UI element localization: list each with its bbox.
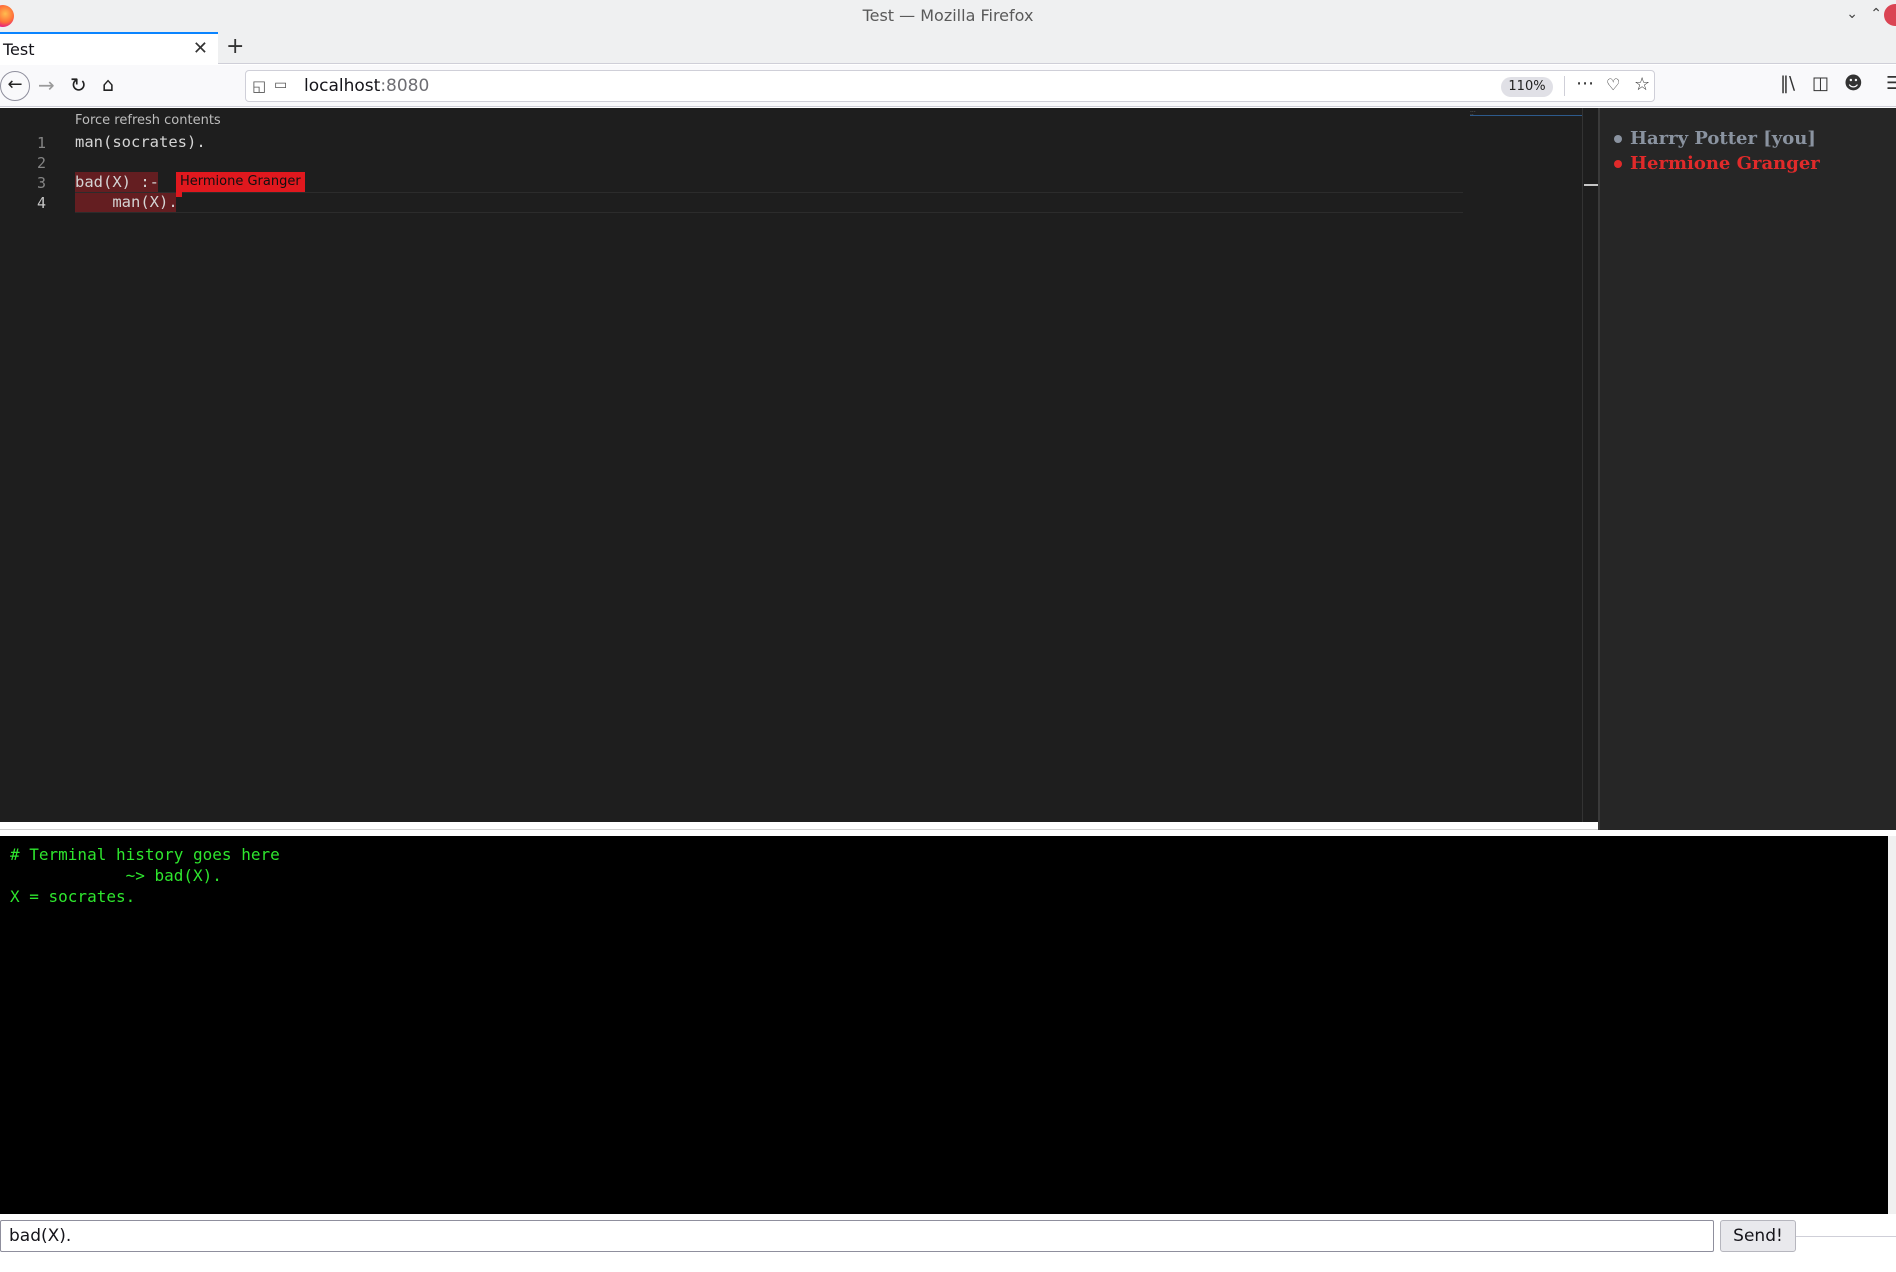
minimap[interactable]: ····· bbox=[1470, 110, 1476, 119]
page-content: Force refresh contents 1 2 3 4 man(socra… bbox=[0, 108, 1896, 1272]
code-line[interactable]: man(socrates). bbox=[75, 132, 206, 152]
panel-splitter[interactable] bbox=[0, 822, 1598, 830]
library-icon[interactable]: ‖\ bbox=[1780, 73, 1795, 94]
line-number: 4 bbox=[36, 194, 46, 212]
line-number: 3 bbox=[36, 174, 46, 192]
editor-scrollbar[interactable] bbox=[1582, 108, 1598, 822]
command-input[interactable] bbox=[0, 1220, 1714, 1252]
users-panel: Harry Potter [you] Hermione Granger bbox=[1598, 108, 1896, 830]
current-line-highlight bbox=[75, 192, 1463, 213]
line-number: 1 bbox=[36, 134, 46, 152]
force-refresh-link[interactable]: Force refresh contents bbox=[75, 113, 221, 128]
window-title: Test — Mozilla Firefox bbox=[862, 6, 1034, 25]
browser-window: Test — Mozilla Firefox ⌄ ⌃ Test ✕ + ← → … bbox=[0, 0, 1896, 1272]
user-name: Hermione Granger bbox=[1630, 153, 1820, 174]
back-arrow-icon[interactable]: ← bbox=[0, 71, 30, 101]
page-info-icon[interactable]: ▭ bbox=[274, 77, 287, 93]
tab-bar: Test ✕ bbox=[0, 30, 1896, 64]
url-separator bbox=[1564, 76, 1565, 96]
command-input-row: Send! bbox=[0, 1220, 1896, 1260]
minimize-icon[interactable]: ⌄ bbox=[1846, 6, 1858, 22]
remote-cursor-label: Hermione Granger bbox=[176, 172, 305, 192]
input-rule bbox=[1796, 1236, 1896, 1237]
terminal-line: X = socrates. bbox=[10, 887, 136, 906]
title-bar: Test — Mozilla Firefox ⌄ ⌃ bbox=[0, 0, 1896, 30]
hamburger-menu-icon[interactable]: ☰ bbox=[1886, 73, 1896, 94]
new-tab-button[interactable]: + bbox=[226, 34, 244, 59]
reload-icon[interactable]: ↻ bbox=[70, 73, 87, 97]
user-item-harry: Harry Potter [you] bbox=[1614, 128, 1816, 149]
zoom-level-badge[interactable]: 110% bbox=[1501, 77, 1553, 97]
code-line[interactable]: man(X). bbox=[75, 192, 177, 212]
scrollbar-cursor-marker bbox=[1584, 184, 1598, 186]
line-number: 2 bbox=[36, 154, 46, 172]
user-bullet bbox=[1614, 135, 1622, 143]
bookmark-star-icon[interactable]: ☆ bbox=[1634, 74, 1650, 95]
code-editor[interactable]: Force refresh contents 1 2 3 4 man(socra… bbox=[0, 108, 1598, 822]
url-host: localhost bbox=[304, 76, 381, 96]
pocket-icon[interactable]: ♡ bbox=[1606, 75, 1620, 94]
user-item-hermione: Hermione Granger bbox=[1614, 153, 1820, 174]
user-name: Harry Potter [you] bbox=[1630, 128, 1816, 149]
terminal-scrollbar[interactable] bbox=[1888, 836, 1896, 1214]
url-bar[interactable]: ◱ ▭ localhost:8080 110% ⋯ ♡ ☆ bbox=[245, 70, 1655, 102]
home-icon[interactable]: ⌂ bbox=[102, 73, 114, 97]
terminal-output: # Terminal history goes here ~> bad(X). … bbox=[0, 836, 1888, 1214]
minimap-viewport[interactable] bbox=[1470, 115, 1582, 116]
forward-arrow-icon[interactable]: → bbox=[38, 73, 55, 97]
sidebar-icon[interactable]: ◫ bbox=[1812, 73, 1829, 94]
tab-test[interactable]: Test ✕ bbox=[0, 32, 218, 64]
maximize-icon[interactable]: ⌃ bbox=[1870, 6, 1882, 22]
more-actions-icon[interactable]: ⋯ bbox=[1576, 73, 1594, 94]
code-line[interactable]: bad(X) :- bbox=[75, 172, 159, 192]
url-text[interactable]: localhost:8080 bbox=[304, 76, 429, 96]
tab-close-icon[interactable]: ✕ bbox=[193, 38, 208, 59]
terminal-line: # Terminal history goes here bbox=[10, 845, 280, 864]
remote-cursor-caret bbox=[176, 192, 182, 197]
tab-label: Test bbox=[3, 40, 35, 59]
navigation-bar: ← → ↻ ⌂ ◱ ▭ localhost:8080 110% ⋯ ♡ ☆ ‖\… bbox=[0, 65, 1896, 107]
shield-icon[interactable]: ◱ bbox=[252, 77, 266, 95]
terminal-line: ~> bad(X). bbox=[10, 866, 222, 885]
url-port: :8080 bbox=[380, 76, 430, 96]
send-button[interactable]: Send! bbox=[1720, 1220, 1796, 1252]
account-icon[interactable]: ☻ bbox=[1844, 73, 1863, 94]
user-bullet bbox=[1614, 160, 1622, 168]
